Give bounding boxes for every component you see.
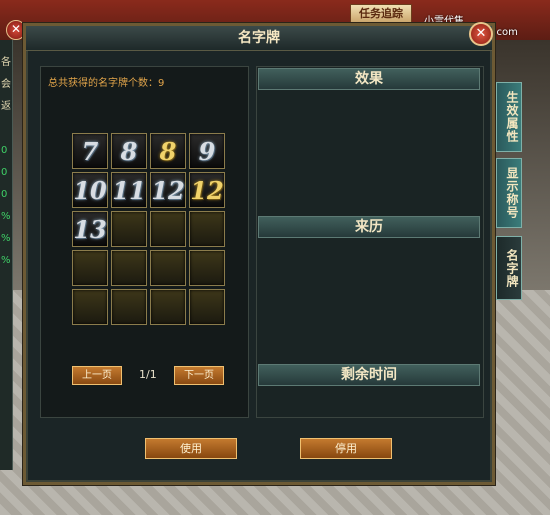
- name-plate-slot[interactable]: 12: [189, 172, 225, 208]
- tab-active-attributes[interactable]: 生效属性: [496, 82, 522, 152]
- name-plate-slot[interactable]: 10: [72, 172, 108, 208]
- source-header: 来历: [258, 216, 480, 238]
- name-plate-slot[interactable]: 12: [150, 172, 186, 208]
- close-button[interactable]: ✕: [469, 22, 493, 46]
- empty-slot[interactable]: [189, 250, 225, 286]
- name-plate-grid: 7 8 8 9 10 11 12 12 13: [72, 133, 225, 325]
- left-panel-value: %: [1, 255, 11, 266]
- name-plate-glyph: 12: [151, 175, 185, 205]
- total-count-label: 总共获得的名字牌个数：9: [48, 78, 165, 89]
- next-page-button[interactable]: 下一页: [174, 366, 224, 385]
- remaining-time-header: 剩余时间: [258, 364, 480, 386]
- empty-slot[interactable]: [72, 289, 108, 325]
- name-plate-glyph: 12: [190, 175, 224, 205]
- empty-slot[interactable]: [189, 289, 225, 325]
- name-plate-slot[interactable]: 7: [72, 133, 108, 169]
- dialog-title: 名字牌: [238, 30, 280, 46]
- empty-slot[interactable]: [111, 250, 147, 286]
- use-button[interactable]: 使用: [145, 438, 237, 459]
- page-indicator: 1/1: [139, 368, 157, 381]
- disable-button[interactable]: 停用: [300, 438, 392, 459]
- empty-slot[interactable]: [150, 250, 186, 286]
- name-plate-dialog: 名字牌 ✕ 总共获得的名字牌个数：9 7 8 8 9 10 11 12 12 13 上一页 1/…: [23, 22, 495, 485]
- left-panel-value: %: [1, 233, 11, 244]
- title-bar: 名字牌: [26, 26, 492, 51]
- empty-slot[interactable]: [111, 289, 147, 325]
- empty-slot[interactable]: [150, 211, 186, 247]
- prev-page-button[interactable]: 上一页: [72, 366, 122, 385]
- tab-display-title[interactable]: 显示称号: [496, 158, 522, 228]
- empty-slot[interactable]: [72, 250, 108, 286]
- quest-tracking-button[interactable]: 任务追踪: [350, 4, 412, 24]
- name-plate-glyph: 9: [198, 136, 216, 166]
- left-panel-char: 各: [1, 57, 11, 68]
- left-panel-value: 0: [1, 145, 8, 156]
- empty-slot[interactable]: [111, 211, 147, 247]
- name-plate-glyph: 8: [159, 136, 177, 166]
- left-side-panel: 各 会 返 0 0 0 % % %: [0, 40, 13, 470]
- name-plate-slot[interactable]: 8: [150, 133, 186, 169]
- tab-name-plate[interactable]: 名字牌: [496, 236, 522, 300]
- name-plate-slot[interactable]: 8: [111, 133, 147, 169]
- left-panel-value: %: [1, 211, 11, 222]
- effect-header: 效果: [258, 68, 480, 90]
- name-plate-glyph: 13: [73, 214, 107, 244]
- left-panel-char: 会: [1, 79, 11, 90]
- left-panel-value: 0: [1, 189, 8, 200]
- name-plate-glyph: 10: [73, 175, 107, 205]
- name-plate-glyph: 7: [81, 136, 99, 166]
- name-plate-glyph: 11: [112, 175, 146, 205]
- empty-slot[interactable]: [150, 289, 186, 325]
- name-plate-glyph: 8: [120, 136, 138, 166]
- left-panel-value: 0: [1, 167, 8, 178]
- left-panel-char: 返: [1, 101, 11, 112]
- empty-slot[interactable]: [189, 211, 225, 247]
- name-plate-slot[interactable]: 9: [189, 133, 225, 169]
- name-plate-slot[interactable]: 13: [72, 211, 108, 247]
- name-plate-slot[interactable]: 11: [111, 172, 147, 208]
